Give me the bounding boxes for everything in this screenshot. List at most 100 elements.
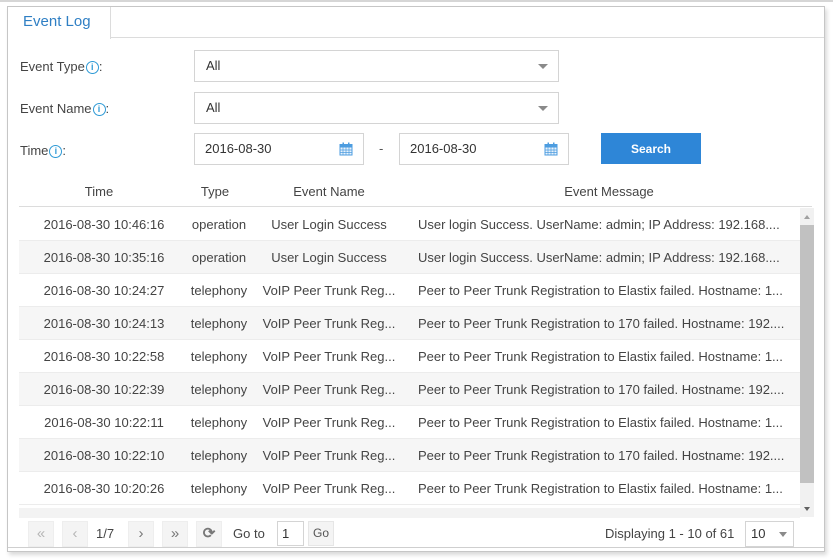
event-type-value: All	[206, 58, 221, 73]
cell-event-name: User Login Success	[271, 250, 387, 265]
cell-time: 2016-08-30 10:46:16	[43, 217, 165, 232]
scrollbar-thumb[interactable]	[800, 225, 814, 483]
page-size-value: 10	[751, 526, 766, 541]
search-button[interactable]: Search	[601, 133, 701, 164]
time-to-value: 2016-08-30	[410, 141, 477, 156]
time-label-text: Time	[20, 143, 49, 158]
cell-event-message: Peer to Peer Trunk Registration to 170 f…	[418, 448, 785, 463]
cell-event-name: VoIP Peer Trunk Reg...	[262, 415, 396, 430]
table-row[interactable]: 2016-08-30 10:46:16 operation User Login S…	[19, 208, 801, 241]
event-name-label-text: Event Name	[20, 101, 92, 116]
goto-page-input[interactable]: 1	[277, 521, 304, 546]
cell-event-name: VoIP Peer Trunk Reg...	[262, 382, 396, 397]
event-log-panel: Event Log Event Type i: All Event Name i: …	[7, 6, 825, 552]
cell-time: 2016-08-30 10:22:39	[43, 382, 165, 397]
table-row[interactable]: 2016-08-30 10:22:10 telephony VoIP Peer Tr…	[19, 439, 801, 472]
cell-event-message: Peer to Peer Trunk Registration to 170 f…	[418, 382, 785, 397]
table-header: Time Type Event Name Event Message	[19, 179, 812, 207]
cell-event-name: VoIP Peer Trunk Reg...	[262, 316, 396, 331]
double-chevron-left-icon: «	[36, 525, 46, 542]
horizontal-scroll-track	[19, 508, 800, 518]
table-body: 2016-08-30 10:46:16 operation User Login S…	[19, 208, 801, 508]
cell-type: telephony	[190, 448, 248, 463]
chevron-down-icon	[779, 532, 787, 537]
cell-time: 2016-08-30 10:22:10	[43, 448, 165, 463]
go-button[interactable]: Go	[308, 521, 334, 546]
cell-event-message: Peer to Peer Trunk Registration to Elast…	[418, 481, 783, 496]
next-page-button[interactable]: ›	[128, 521, 154, 547]
prev-page-button[interactable]: ‹	[62, 521, 88, 547]
info-icon[interactable]: i	[92, 103, 106, 116]
table-row[interactable]: 2016-08-30 10:22:39 telephony VoIP Peer Tr…	[19, 373, 801, 406]
column-header-event-message[interactable]: Event Message	[499, 184, 719, 199]
table-row[interactable]: 2016-08-30 10:20:26 telephony VoIP Peer Tr…	[19, 472, 801, 505]
cell-type: telephony	[190, 316, 248, 331]
info-icon[interactable]: i	[49, 145, 63, 158]
time-to-input[interactable]: 2016-08-30	[399, 133, 569, 165]
calendar-icon[interactable]	[544, 142, 558, 156]
cell-time: 2016-08-30 10:22:58	[43, 349, 165, 364]
calendar-icon[interactable]	[339, 142, 353, 156]
cell-event-message: Peer to Peer Trunk Registration to Elast…	[418, 349, 783, 364]
cell-type: telephony	[190, 481, 248, 496]
cell-event-name: VoIP Peer Trunk Reg...	[262, 283, 396, 298]
label-colon: :	[105, 101, 110, 116]
event-type-label: Event Type i:	[20, 59, 102, 74]
time-from-input[interactable]: 2016-08-30	[194, 133, 364, 165]
cell-event-message: Peer to Peer Trunk Registration to Elast…	[418, 415, 783, 430]
display-count: Displaying 1 - 10 of 61	[605, 526, 735, 541]
table-row[interactable]: 2016-08-30 10:24:27 telephony VoIP Peer Tr…	[19, 274, 801, 307]
chevron-down-icon	[538, 64, 548, 69]
vertical-scrollbar[interactable]	[800, 208, 814, 517]
cell-time: 2016-08-30 10:20:26	[43, 481, 165, 496]
refresh-button[interactable]: ⟳	[196, 521, 222, 547]
tab-event-log[interactable]: Event Log	[8, 7, 111, 39]
refresh-icon: ⟳	[202, 525, 216, 542]
chevron-left-icon: ‹	[72, 525, 78, 542]
cell-type: telephony	[190, 415, 248, 430]
page-indicator: 1/7	[96, 526, 115, 541]
event-type-label-text: Event Type	[20, 59, 85, 74]
cell-type: operation	[191, 250, 247, 265]
cell-event-name: VoIP Peer Trunk Reg...	[262, 481, 396, 496]
event-type-select[interactable]: All	[194, 50, 559, 82]
cell-time: 2016-08-30 10:24:13	[43, 316, 165, 331]
cell-event-message: Peer to Peer Trunk Registration to 170 f…	[418, 316, 785, 331]
table-row[interactable]: 2016-08-30 10:22:58 telephony VoIP Peer Tr…	[19, 340, 801, 373]
column-header-event-name[interactable]: Event Name	[259, 184, 399, 199]
cell-type: telephony	[190, 283, 248, 298]
tab-bar: Event Log	[8, 7, 824, 39]
double-chevron-right-icon: »	[170, 525, 180, 542]
event-name-label: Event Name i:	[20, 101, 109, 116]
column-header-time[interactable]: Time	[19, 184, 179, 199]
cell-type: telephony	[190, 349, 248, 364]
scroll-up-arrow-icon[interactable]	[804, 215, 810, 219]
info-icon[interactable]: i	[85, 61, 99, 74]
window-top-edge	[0, 0, 833, 2]
label-colon: :	[62, 143, 67, 158]
date-range-separator: -	[379, 141, 384, 156]
first-page-button[interactable]: «	[28, 521, 54, 547]
table-row[interactable]: 2016-08-30 10:22:11 telephony VoIP Peer Tr…	[19, 406, 801, 439]
cell-type: telephony	[190, 382, 248, 397]
cell-event-message: User login Success. UserName: admin; IP …	[418, 250, 780, 265]
event-name-select[interactable]: All	[194, 92, 559, 124]
goto-label: Go to	[233, 526, 265, 541]
cell-time: 2016-08-30 10:35:16	[43, 250, 165, 265]
page-size-select[interactable]: 10	[745, 521, 794, 547]
cell-event-name: VoIP Peer Trunk Reg...	[262, 349, 396, 364]
scroll-down-arrow-icon[interactable]	[804, 507, 810, 511]
cell-event-message: Peer to Peer Trunk Registration to Elast…	[418, 283, 783, 298]
column-header-type[interactable]: Type	[184, 184, 246, 199]
cell-event-name: User Login Success	[271, 217, 387, 232]
time-from-value: 2016-08-30	[205, 141, 272, 156]
cell-time: 2016-08-30 10:22:11	[44, 415, 164, 430]
cell-event-name: VoIP Peer Trunk Reg...	[262, 448, 396, 463]
panel-bottom-border	[8, 547, 824, 548]
time-label: Time i:	[20, 143, 66, 158]
cell-type: operation	[191, 217, 247, 232]
table-row[interactable]: 2016-08-30 10:35:16 operation User Login S…	[19, 241, 801, 274]
last-page-button[interactable]: »	[162, 521, 188, 547]
table-row[interactable]: 2016-08-30 10:24:13 telephony VoIP Peer Tr…	[19, 307, 801, 340]
cell-time: 2016-08-30 10:24:27	[43, 283, 165, 298]
